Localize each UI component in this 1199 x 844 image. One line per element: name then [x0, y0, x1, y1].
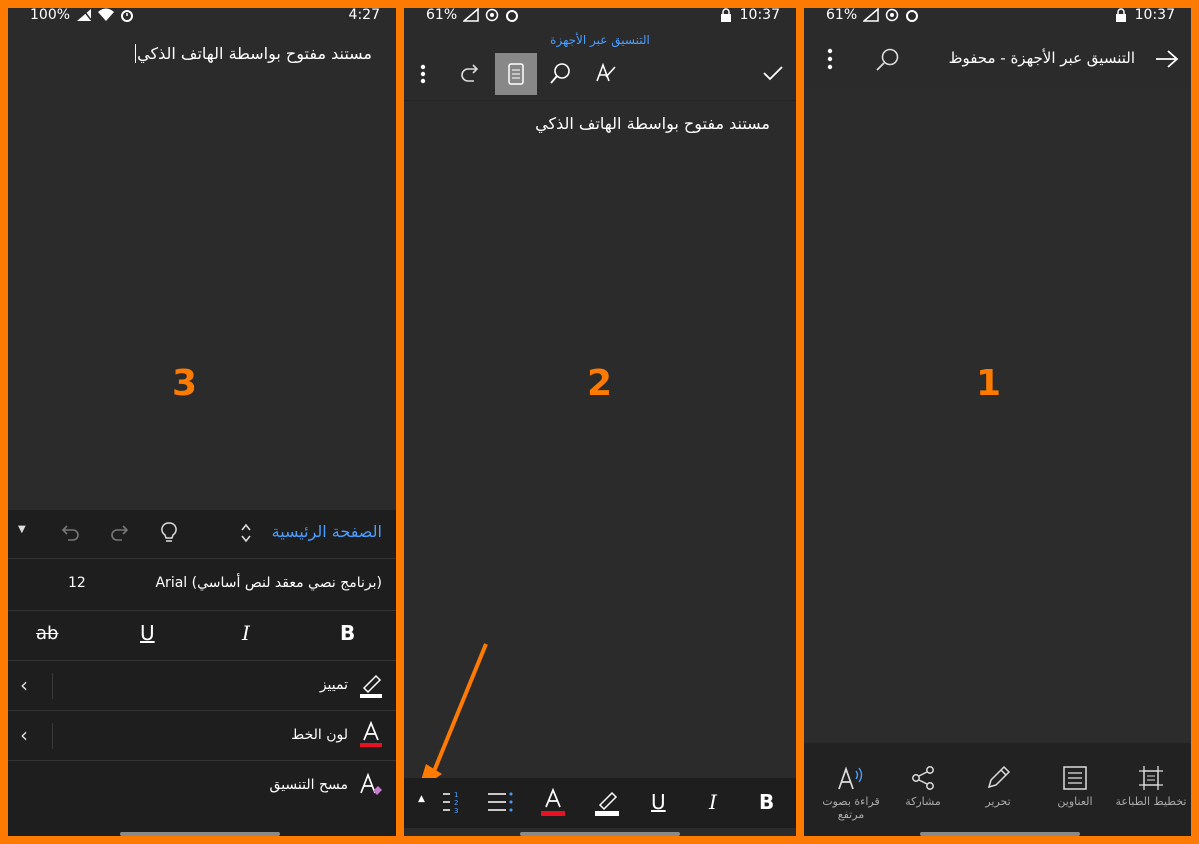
- mobile-view-button[interactable]: [495, 53, 537, 95]
- draw-pen-icon[interactable]: [594, 61, 618, 85]
- clock: 10:37: [739, 8, 780, 23]
- font-color-icon: [360, 721, 382, 747]
- svg-text:3: 3: [454, 807, 458, 814]
- nav-edit[interactable]: تحرير: [961, 765, 1035, 808]
- font-name-field[interactable]: (برنامج نصي معقد لنص أساسي) Arial: [155, 575, 382, 591]
- nav-share[interactable]: مشاركة: [886, 765, 960, 808]
- chevron-left-icon: ‹: [20, 723, 28, 747]
- bullet-list-icon[interactable]: [487, 791, 513, 813]
- status-bar: 100% 4:27: [8, 8, 396, 26]
- share-icon: [912, 766, 934, 790]
- document-title: التنسيق عبر الأجهزة: [550, 33, 650, 47]
- nav-read-aloud[interactable]: قراءة بصوت مرتفع: [814, 765, 888, 821]
- italic-button[interactable]: I: [709, 790, 717, 814]
- italic-button[interactable]: I: [242, 621, 250, 645]
- phone-screen-2: 61% 10:37 التنسيق عبر الأجهزة مستند مفتو…: [404, 8, 796, 836]
- font-color-icon[interactable]: [539, 787, 567, 817]
- phone-screen-3: 100% 4:27 مستند مفتوح بواسطة الهاتف الذك…: [8, 8, 396, 836]
- document-text[interactable]: مستند مفتوح بواسطة الهاتف الذكي​: [135, 44, 372, 63]
- battery-percent: 61%: [426, 8, 458, 23]
- clock: 10:37: [1134, 8, 1175, 23]
- clear-formatting-row[interactable]: مسح التنسيق: [8, 760, 396, 811]
- view-header: التنسيق عبر الأجهزة - محفوظ: [804, 36, 1191, 88]
- hotspot-icon: [485, 8, 499, 22]
- signal-icon: [863, 8, 879, 22]
- step-number: 2: [587, 363, 613, 404]
- highlighter-icon[interactable]: [593, 787, 621, 817]
- headings-icon: [1063, 766, 1087, 790]
- search-icon[interactable]: [550, 62, 572, 84]
- tab-switch-chevrons-icon[interactable]: [240, 522, 252, 544]
- home-indicator: [520, 832, 680, 836]
- highlighter-icon: [360, 674, 382, 698]
- bottom-navigation: قراءة بصوت مرتفع مشاركة تحرير العناوين ت…: [804, 743, 1191, 836]
- home-indicator: [920, 832, 1080, 836]
- font-color-row[interactable]: ‹ لون الخط: [8, 710, 396, 761]
- lock-icon: [1115, 8, 1126, 22]
- battery-percent: 100%: [30, 8, 71, 23]
- bold-button[interactable]: B: [759, 790, 774, 814]
- undo-icon[interactable]: [60, 524, 80, 542]
- document-title: التنسيق عبر الأجهزة - محفوظ: [948, 49, 1135, 67]
- read-aloud-icon: [838, 766, 863, 790]
- strikethrough-button[interactable]: ab: [36, 623, 58, 644]
- nav-headings[interactable]: العناوين: [1038, 765, 1112, 808]
- formatting-ribbon: ▼ الصفحة الرئيسية 12 (برنامج نصي معقد لن…: [8, 510, 396, 836]
- font-row: 12 (برنامج نصي معقد لنص أساسي) Arial: [8, 558, 396, 609]
- clock: 4:27: [348, 8, 380, 23]
- document-canvas[interactable]: [804, 88, 1191, 743]
- clear-formatting-icon: [360, 773, 382, 795]
- step-number: 1: [976, 363, 1002, 404]
- quick-format-bar: ▲ 123 U I B: [404, 778, 796, 828]
- font-size-field[interactable]: 12: [68, 575, 86, 591]
- status-bar: 61% 10:37: [804, 8, 1191, 26]
- status-bar: 61% 10:37: [404, 8, 796, 26]
- nav-print-layout[interactable]: تخطيط الطباعة: [1114, 765, 1188, 808]
- pencil-icon: [987, 765, 1011, 789]
- print-layout-icon: [1139, 766, 1163, 790]
- battery-percent: 61%: [826, 8, 858, 23]
- ribbon-tab-bar: ▼ الصفحة الرئيسية: [8, 510, 396, 558]
- redo-icon[interactable]: [110, 524, 130, 542]
- bold-button[interactable]: B: [340, 621, 355, 645]
- more-options-icon[interactable]: [420, 64, 426, 84]
- tab-home[interactable]: الصفحة الرئيسية: [272, 522, 382, 541]
- phone-screen-1: 61% 10:37 التنسيق عبر الأجهزة - محفوظ 1 …: [804, 8, 1191, 836]
- wifi-icon: [98, 8, 115, 21]
- clear-formatting-label: مسح التنسيق: [269, 777, 348, 793]
- step-number: 3: [172, 363, 198, 404]
- svg-text:2: 2: [454, 799, 458, 807]
- signal-icon: [77, 9, 92, 21]
- checkmark-icon[interactable]: [762, 64, 784, 82]
- home-indicator: [120, 832, 280, 836]
- pointer-arrow: [418, 643, 488, 790]
- edit-toolbar: [404, 50, 796, 96]
- underline-button[interactable]: U: [651, 790, 666, 814]
- signal-icon: [463, 8, 479, 22]
- document-text[interactable]: مستند مفتوح بواسطة الهاتف الذكي: [535, 114, 770, 133]
- text-cursor: ​: [135, 44, 137, 63]
- highlight-row[interactable]: ‹ تمييز: [8, 660, 396, 711]
- lock-icon: [720, 8, 731, 22]
- alarm-icon: [906, 10, 919, 22]
- back-arrow-icon[interactable]: [1155, 49, 1179, 69]
- expand-ribbon-icon[interactable]: ▲: [418, 794, 425, 804]
- alarm-icon: [506, 10, 519, 22]
- hotspot-icon: [885, 8, 899, 22]
- mobile-view-icon: [508, 63, 524, 85]
- ribbon-collapse-icon[interactable]: ▼: [18, 524, 26, 535]
- alarm-icon: [121, 10, 134, 22]
- more-options-icon[interactable]: [827, 48, 833, 70]
- underline-button[interactable]: U: [140, 621, 155, 645]
- svg-text:1: 1: [454, 791, 458, 799]
- chevron-left-icon: ‹: [20, 673, 28, 697]
- font-color-label: لون الخط: [291, 727, 348, 743]
- highlight-label: تمييز: [319, 677, 348, 693]
- search-icon[interactable]: [876, 47, 900, 71]
- lightbulb-icon[interactable]: [161, 522, 177, 544]
- text-style-row: ab U I B: [8, 610, 396, 661]
- numbered-list-icon[interactable]: 123: [442, 790, 462, 814]
- redo-icon[interactable]: [460, 63, 482, 83]
